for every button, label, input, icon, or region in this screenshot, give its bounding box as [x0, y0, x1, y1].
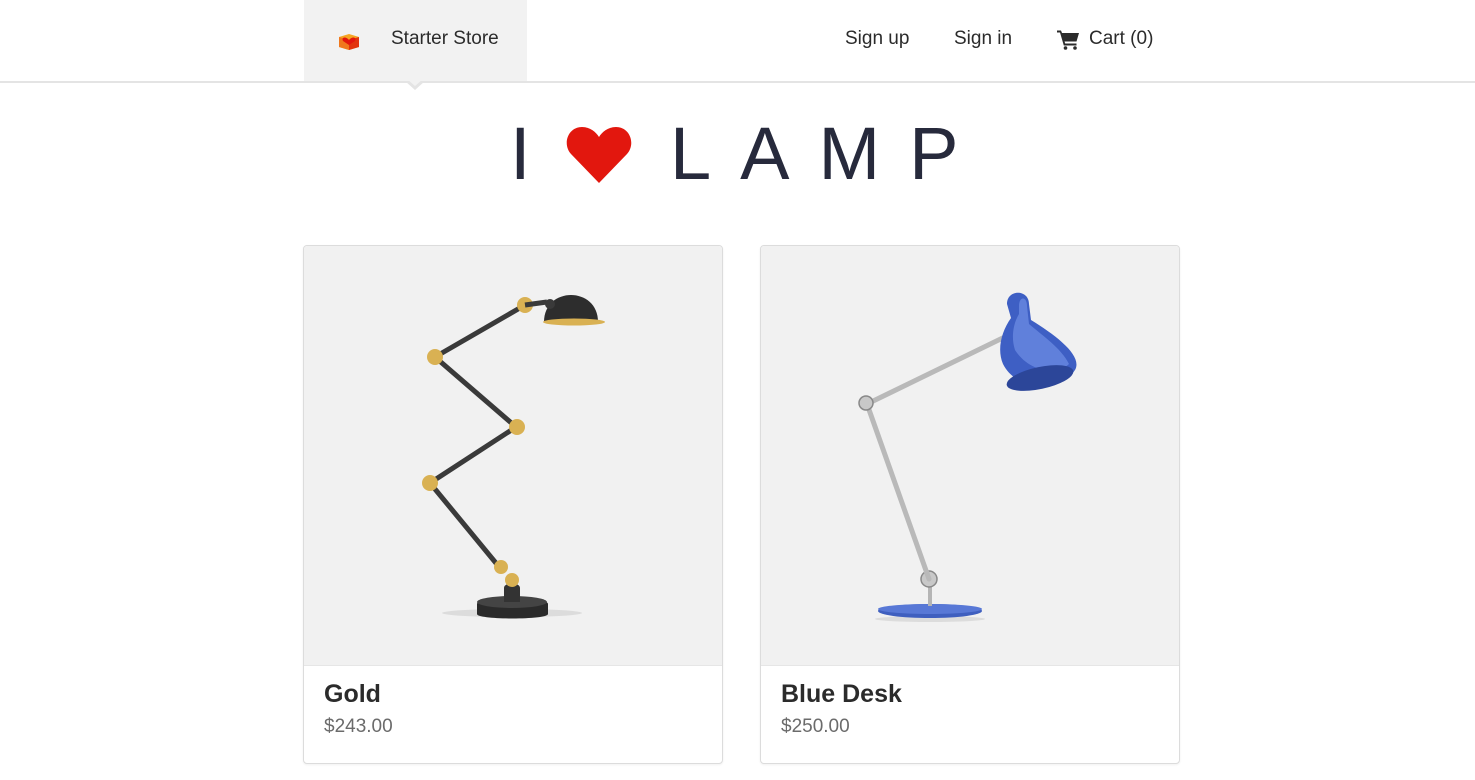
heart-icon — [566, 127, 632, 183]
top-navbar: Starter Store Sign up Sign in Cart (0) — [0, 0, 1475, 83]
brand-active-indicator — [405, 79, 425, 90]
brand-name: Starter Store — [391, 28, 499, 49]
product-name[interactable]: Gold — [324, 680, 381, 709]
product-card-blue-desk[interactable]: Blue Desk $250.00 — [760, 245, 1180, 764]
product-name[interactable]: Blue Desk — [781, 680, 902, 709]
hero-text-lamp: LAMP — [670, 112, 988, 195]
cart-label: Cart (0) — [1089, 28, 1154, 49]
gold-lamp-image[interactable] — [304, 246, 722, 666]
product-price: $243.00 — [324, 716, 393, 737]
product-card-gold[interactable]: Gold $243.00 — [303, 245, 723, 764]
blue-desk-lamp-image[interactable] — [761, 246, 1179, 666]
cart-icon — [1057, 30, 1079, 50]
cart-link[interactable]: Cart (0) — [1057, 28, 1153, 50]
brand-link[interactable]: Starter Store — [304, 0, 527, 81]
sign-up-link[interactable]: Sign up — [845, 28, 909, 50]
sign-in-link[interactable]: Sign in — [954, 28, 1012, 50]
product-price: $250.00 — [781, 716, 850, 737]
hero-heading: I LAMP — [0, 114, 1475, 194]
store-logo-icon — [339, 34, 359, 50]
hero-text-i: I — [510, 112, 531, 195]
